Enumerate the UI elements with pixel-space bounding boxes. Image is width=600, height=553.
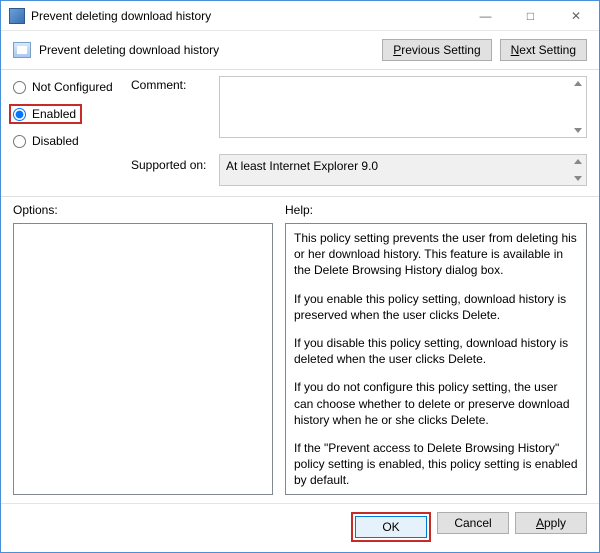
help-column: Help: This policy setting prevents the u… xyxy=(285,203,587,495)
help-text: If you disable this policy setting, down… xyxy=(294,335,578,367)
next-setting-button[interactable]: Next Setting xyxy=(500,39,587,61)
radio-not-configured[interactable]: Not Configured xyxy=(13,80,131,94)
radio-disabled-input[interactable] xyxy=(13,135,26,148)
window-title: Prevent deleting download history xyxy=(31,9,463,23)
apply-button[interactable]: Apply xyxy=(515,512,587,534)
scroll-up-icon[interactable] xyxy=(574,81,582,86)
policy-icon xyxy=(13,42,31,58)
comment-label: Comment: xyxy=(131,76,219,138)
options-label: Options: xyxy=(13,203,273,217)
help-text: This policy setting prevents the user fr… xyxy=(294,230,578,279)
scroll-down-icon[interactable] xyxy=(574,128,582,133)
options-panel xyxy=(13,223,273,495)
supported-on-label: Supported on: xyxy=(131,154,219,186)
maximize-button[interactable]: □ xyxy=(508,1,553,30)
titlebar[interactable]: Prevent deleting download history — □ ✕ xyxy=(1,1,599,31)
state-radio-group: Not Configured Enabled Disabled xyxy=(13,76,131,148)
radio-disabled[interactable]: Disabled xyxy=(13,134,131,148)
options-column: Options: xyxy=(13,203,273,495)
policy-title: Prevent deleting download history xyxy=(39,43,382,57)
help-text: If you enable this policy setting, downl… xyxy=(294,291,578,323)
radio-not-configured-input[interactable] xyxy=(13,81,26,94)
header-row: Prevent deleting download history Previo… xyxy=(1,31,599,67)
supported-on-value: At least Internet Explorer 9.0 xyxy=(226,159,378,173)
radio-not-configured-label: Not Configured xyxy=(32,80,113,94)
ok-highlight: OK xyxy=(351,512,431,542)
help-label: Help: xyxy=(285,203,587,217)
radio-enabled[interactable]: Enabled xyxy=(9,104,82,124)
scroll-up-icon xyxy=(574,159,582,164)
dialog-footer: OK Cancel Apply xyxy=(1,503,599,552)
scroll-down-icon xyxy=(574,176,582,181)
cancel-button[interactable]: Cancel xyxy=(437,512,509,534)
close-button[interactable]: ✕ xyxy=(553,1,599,30)
radio-enabled-label: Enabled xyxy=(32,107,76,121)
dialog-window: Prevent deleting download history — □ ✕ … xyxy=(0,0,600,553)
help-text: If the "Prevent access to Delete Browsin… xyxy=(294,440,578,489)
window-controls: — □ ✕ xyxy=(463,1,599,30)
help-text: If you do not configure this policy sett… xyxy=(294,379,578,428)
previous-setting-button[interactable]: Previous Setting xyxy=(382,39,491,61)
divider xyxy=(1,69,599,70)
radio-enabled-input[interactable] xyxy=(13,108,26,121)
help-panel[interactable]: This policy setting prevents the user fr… xyxy=(285,223,587,495)
divider xyxy=(1,196,599,197)
supported-on-value-box: At least Internet Explorer 9.0 xyxy=(219,154,587,186)
comment-textarea[interactable] xyxy=(219,76,587,138)
app-icon xyxy=(9,8,25,24)
minimize-button[interactable]: — xyxy=(463,1,508,30)
radio-disabled-label: Disabled xyxy=(32,134,79,148)
ok-button[interactable]: OK xyxy=(355,516,427,538)
